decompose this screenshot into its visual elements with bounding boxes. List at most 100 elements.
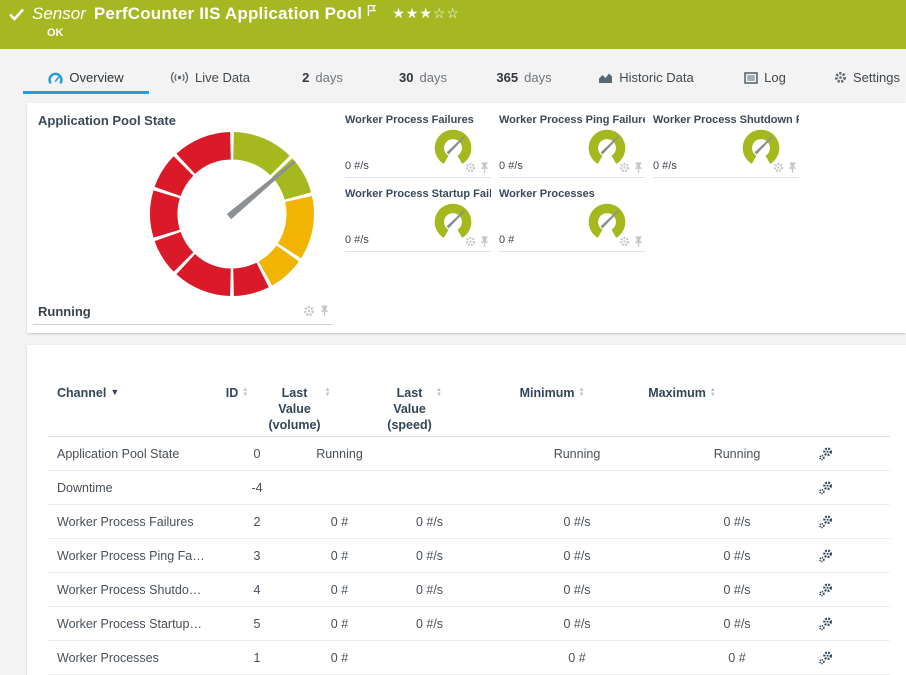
- cell-channel: Application Pool State: [48, 447, 222, 461]
- table-row[interactable]: Worker Process Shutdo…40 #0 #/s0 #/s0 #/…: [48, 573, 890, 607]
- tab-bar: Overview Live Data 2days 30 days 365days Histo…: [0, 49, 906, 94]
- mini-gauge-value: 0 #/s: [499, 160, 523, 172]
- cell-last-value-volume: 0 #: [292, 583, 387, 597]
- table-header-row: Channel▼ID▲▼Last Value(volume)▲▼Last Val…: [48, 385, 890, 437]
- edit-channel-icon[interactable]: [818, 548, 834, 564]
- column-label: Channel: [57, 385, 106, 401]
- edit-channel-icon[interactable]: [818, 480, 834, 496]
- column-header-channel[interactable]: Channel ▼: [48, 385, 222, 401]
- mini-gauge-value: 0 #: [499, 234, 514, 246]
- cell-last-value-volume: 0 #: [292, 617, 387, 631]
- gear-icon[interactable]: [303, 305, 315, 317]
- tab-label: days: [420, 70, 447, 85]
- tab-overview[interactable]: Overview: [23, 49, 149, 94]
- tab-label: Overview: [69, 70, 123, 85]
- cell-minimum: 0 #: [472, 651, 682, 665]
- table-row[interactable]: Downtime-4: [48, 471, 890, 505]
- sensor-kind-label: Sensor: [32, 4, 86, 24]
- tab-30-days[interactable]: 30 days: [382, 49, 464, 94]
- cell-minimum: Running: [472, 447, 682, 461]
- column-header-last-value-speed[interactable]: Last Value(speed)▲▼: [387, 385, 472, 433]
- edit-channel-icon[interactable]: [818, 616, 834, 632]
- main-gauge-title: Application Pool State: [38, 113, 176, 128]
- mini-gauge-worker-process-startup-failures: Worker Process Startup Failu…0 #/s: [345, 186, 491, 252]
- pin-icon[interactable]: [479, 162, 490, 174]
- table-row[interactable]: Worker Processes10 #0 #0 #: [48, 641, 890, 675]
- cell-minimum: 0 #/s: [472, 515, 682, 529]
- pin-icon[interactable]: [319, 305, 330, 317]
- sort-desc-icon: ▼: [110, 387, 119, 397]
- table-row[interactable]: Worker Process Ping Fa…30 #0 #/s0 #/s0 #…: [48, 539, 890, 573]
- sort-icon: ▲▼: [710, 388, 716, 397]
- sensor-header: Sensor PerfCounter IIS Application Pool …: [0, 0, 906, 49]
- table-row[interactable]: Application Pool State0RunningRunningRun…: [48, 437, 890, 471]
- cell-last-value-volume: 0 #: [292, 515, 387, 529]
- sort-icon: ▲▼: [436, 388, 442, 397]
- tab-label: Settings: [853, 70, 900, 85]
- column-header-last-value-volume[interactable]: Last Value(volume)▲▼: [292, 385, 387, 433]
- overview-gauges-panel: Application Pool State Running Worker Pr…: [27, 103, 906, 333]
- gauge-segment-red: [150, 190, 180, 237]
- column-label: Minimum: [520, 385, 575, 401]
- gear-icon[interactable]: [465, 236, 476, 248]
- gauge-segment-yellow: [278, 196, 314, 258]
- gear-icon[interactable]: [773, 162, 784, 174]
- sensor-title-row: Sensor PerfCounter IIS Application Pool …: [8, 4, 460, 24]
- gear-icon[interactable]: [619, 162, 630, 174]
- sensor-status-badge: OK: [47, 27, 64, 39]
- table-row[interactable]: Worker Process Failures20 #0 #/s0 #/s0 #…: [48, 505, 890, 539]
- tab-log[interactable]: Log: [732, 49, 798, 94]
- priority-stars[interactable]: ★★★☆☆: [392, 5, 460, 22]
- edit-channel-icon[interactable]: [818, 446, 834, 462]
- cell-last-value-volume: 0 #: [292, 549, 387, 563]
- edit-channel-icon[interactable]: [818, 514, 834, 530]
- cell-maximum: 0 #/s: [682, 583, 792, 597]
- pin-icon[interactable]: [479, 236, 490, 248]
- cell-last-value-speed: 0 #/s: [387, 583, 472, 597]
- column-header-maximum[interactable]: Maximum▲▼: [682, 385, 792, 401]
- pin-icon[interactable]: [633, 162, 644, 174]
- cell-channel: Worker Processes: [48, 651, 222, 665]
- cell-channel: Worker Process Ping Fa…: [48, 549, 222, 563]
- gauge-icon: [48, 71, 63, 84]
- tab-settings[interactable]: Settings: [827, 49, 906, 94]
- tab-2-days[interactable]: 2days: [285, 49, 360, 94]
- cell-last-value-volume: Running: [292, 447, 387, 461]
- tab-historic-data[interactable]: Historic Data: [585, 49, 707, 94]
- cell-maximum: 0 #/s: [682, 549, 792, 563]
- edit-channel-icon[interactable]: [818, 582, 834, 598]
- cell-last-value-speed: 0 #/s: [387, 515, 472, 529]
- cell-minimum: 0 #/s: [472, 583, 682, 597]
- sort-icon: ▲▼: [242, 388, 248, 397]
- tab-live-data[interactable]: Live Data: [160, 49, 260, 94]
- tab-number: 30: [399, 70, 413, 85]
- gear-icon: [834, 71, 847, 84]
- tab-365-days[interactable]: 365days: [486, 49, 562, 94]
- cell-maximum: 0 #/s: [682, 617, 792, 631]
- gear-icon[interactable]: [619, 236, 630, 248]
- chart-icon: [598, 71, 613, 84]
- flag-icon[interactable]: [367, 4, 376, 17]
- cell-channel: Downtime: [48, 481, 222, 495]
- mini-gauge-worker-process-ping-failures: Worker Process Ping Failures0 #/s: [499, 112, 645, 178]
- pin-icon[interactable]: [633, 236, 644, 248]
- gear-icon[interactable]: [465, 162, 476, 174]
- cell-channel: Worker Process Failures: [48, 515, 222, 529]
- cell-last-value-volume: 0 #: [292, 651, 387, 665]
- mini-gauges-grid: Worker Process Failures0 #/sWorker Proce…: [345, 112, 799, 252]
- sort-icon: ▲▼: [325, 388, 331, 397]
- edit-channel-icon[interactable]: [818, 650, 834, 666]
- mini-gauge-value: 0 #/s: [653, 160, 677, 172]
- column-sublabel: (speed): [387, 417, 432, 433]
- ok-check-icon: [8, 7, 25, 22]
- tab-label: days: [315, 70, 342, 85]
- tab-label: Historic Data: [619, 70, 693, 85]
- application-pool-state-gauge: [147, 129, 317, 299]
- mini-gauge-worker-process-failures: Worker Process Failures0 #/s: [345, 112, 491, 178]
- channels-table-panel: Channel▼ID▲▼Last Value(volume)▲▼Last Val…: [27, 345, 906, 675]
- tab-label: Log: [764, 70, 786, 85]
- pin-icon[interactable]: [787, 162, 798, 174]
- cell-last-value-speed: 0 #/s: [387, 617, 472, 631]
- column-label: Maximum: [648, 385, 706, 401]
- table-row[interactable]: Worker Process Startup…50 #0 #/s0 #/s0 #…: [48, 607, 890, 641]
